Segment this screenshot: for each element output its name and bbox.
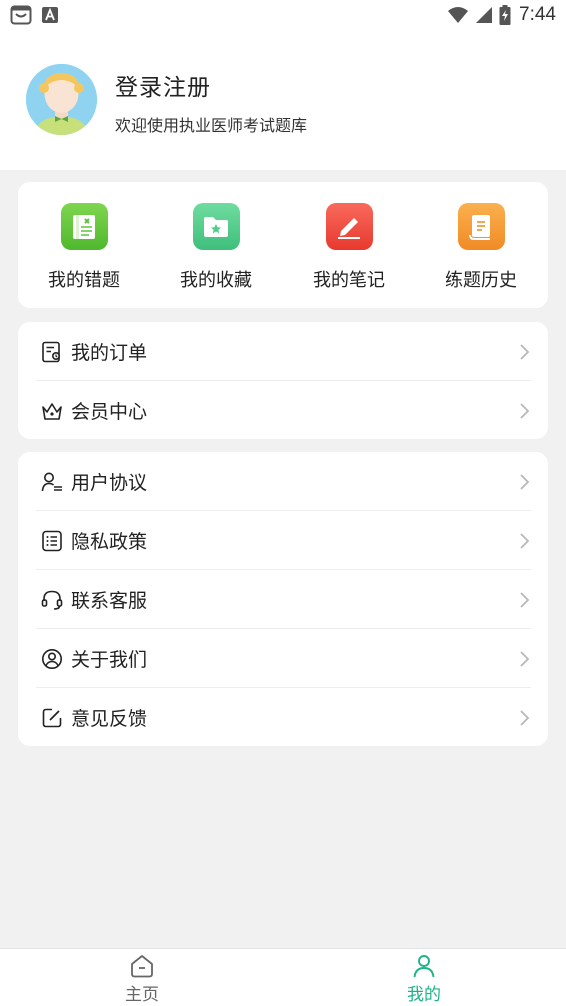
- menu-item-membership[interactable]: 会员中心: [18, 381, 548, 440]
- avatar[interactable]: [26, 64, 97, 135]
- nav-label-profile: 我的: [407, 985, 441, 1005]
- wrong-questions-icon: [60, 203, 108, 250]
- quick-action-label: 练题历史: [445, 270, 517, 291]
- status-bar: 7:44: [0, 0, 566, 30]
- quick-action-notes[interactable]: 我的笔记: [283, 182, 415, 308]
- headset-icon: [41, 589, 63, 611]
- home-icon: [131, 955, 153, 978]
- menu-item-my-orders[interactable]: 我的订单: [18, 322, 548, 381]
- menu-item-label: 会员中心: [71, 401, 148, 423]
- menu-item-label: 隐私政策: [71, 531, 148, 553]
- user-agreement-icon: [41, 471, 63, 493]
- chevron-right-icon: [520, 533, 530, 549]
- quick-action-label: 我的错题: [48, 270, 120, 291]
- menu-item-privacy-policy[interactable]: 隐私政策: [18, 511, 548, 570]
- app-a-icon: [42, 7, 58, 23]
- crown-icon: [41, 400, 63, 422]
- login-register-title[interactable]: 登录注册: [115, 68, 211, 102]
- feedback-edit-icon: [41, 707, 63, 729]
- quick-action-label: 我的笔记: [313, 270, 385, 291]
- signal-icon: [475, 6, 493, 24]
- chevron-right-icon: [520, 710, 530, 726]
- notes-pen-icon: [325, 203, 373, 250]
- about-user-icon: [41, 648, 63, 670]
- chevron-right-icon: [520, 403, 530, 419]
- nav-label-home: 主页: [125, 985, 159, 1005]
- quick-action-label: 我的收藏: [180, 270, 252, 291]
- menu-item-label: 意见反馈: [71, 708, 148, 730]
- quick-action-favorites[interactable]: 我的收藏: [150, 182, 282, 308]
- nav-tab-home[interactable]: 主页: [72, 949, 212, 1006]
- menu-item-label: 关于我们: [71, 649, 148, 671]
- chevron-right-icon: [520, 344, 530, 360]
- favorites-folder-icon: [192, 203, 240, 250]
- privacy-list-icon: [41, 530, 63, 552]
- quick-action-wrong-questions[interactable]: 我的错题: [18, 182, 150, 308]
- wifi-icon: [447, 6, 469, 24]
- bottom-navigation: 主页 我的: [0, 948, 566, 1006]
- menu-item-feedback[interactable]: 意见反馈: [18, 688, 548, 747]
- history-book-icon: [457, 203, 505, 250]
- profile-header[interactable]: 登录注册 欢迎使用执业医师考试题库: [0, 30, 566, 170]
- welcome-subtitle: 欢迎使用执业医师考试题库: [115, 116, 308, 135]
- menu-item-label: 联系客服: [71, 590, 148, 612]
- menu-item-label: 我的订单: [71, 342, 148, 364]
- menu-item-user-agreement[interactable]: 用户协议: [18, 452, 548, 511]
- menu-group-info: 用户协议 隐私政策 联系客服 关于我们 意见反馈: [18, 452, 548, 746]
- battery-charging-icon: [499, 5, 511, 25]
- menu-group-orders: 我的订单 会员中心: [18, 322, 548, 439]
- chevron-right-icon: [520, 651, 530, 667]
- nav-tab-profile[interactable]: 我的: [354, 949, 494, 1006]
- chevron-right-icon: [520, 474, 530, 490]
- chevron-right-icon: [520, 592, 530, 608]
- profile-icon: [413, 955, 435, 978]
- notification-face-icon: [10, 5, 32, 25]
- quick-action-history[interactable]: 练题历史: [415, 182, 547, 308]
- status-time: 7:44: [519, 4, 556, 25]
- order-icon: [41, 341, 63, 363]
- menu-item-about-us[interactable]: 关于我们: [18, 629, 548, 688]
- menu-item-label: 用户协议: [71, 472, 148, 494]
- menu-item-customer-service[interactable]: 联系客服: [18, 570, 548, 629]
- quick-actions-card: 我的错题 我的收藏 我的笔记 练题历史: [18, 182, 548, 308]
